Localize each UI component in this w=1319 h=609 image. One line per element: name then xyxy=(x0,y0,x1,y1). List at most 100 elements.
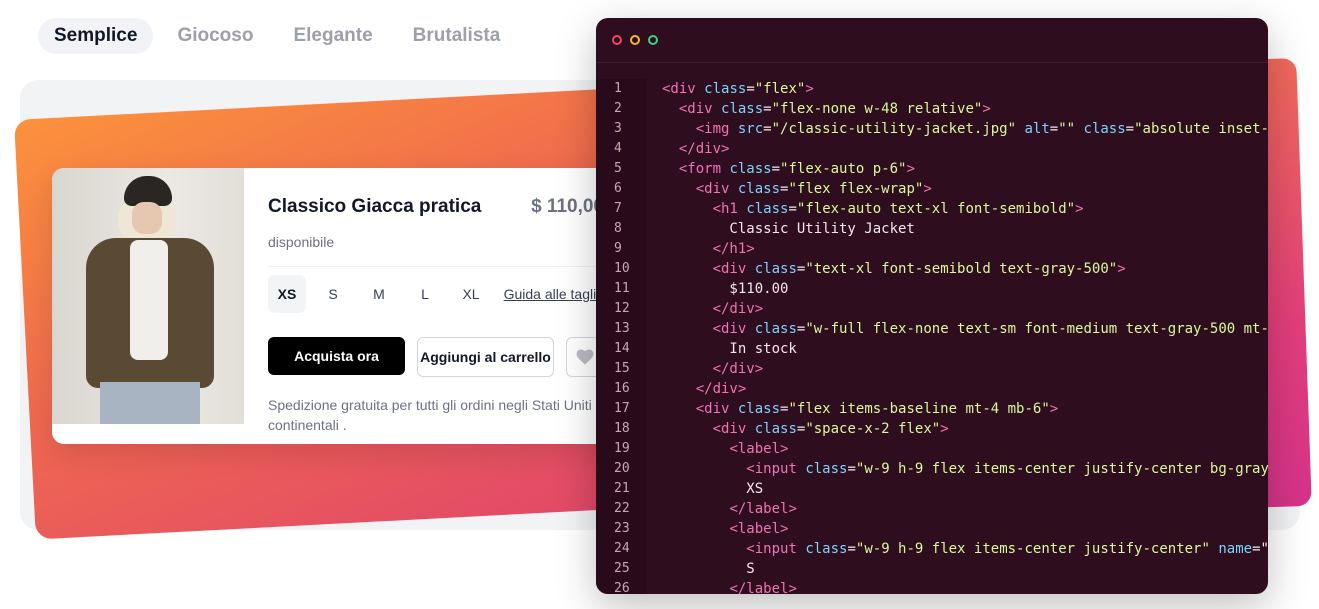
code-line: </div> xyxy=(662,139,1268,159)
code-token: class xyxy=(704,81,747,97)
product-photo xyxy=(52,168,244,424)
tab-semplice[interactable]: Semplice xyxy=(38,18,154,54)
tab-giocoso[interactable]: Giocoso xyxy=(161,18,269,54)
code-line: </div> xyxy=(662,359,1268,379)
maximize-dot-icon[interactable] xyxy=(648,35,658,45)
code-token: <form xyxy=(678,161,722,177)
code-line: <div class="w-full flex-none text-sm fon… xyxy=(662,319,1268,339)
code-token: "flex-none w-48 relative" xyxy=(771,101,983,117)
code-token: In stock xyxy=(662,341,797,357)
code-token: class xyxy=(754,321,797,337)
code-token: </label> xyxy=(729,501,797,517)
code-token: > xyxy=(940,421,949,437)
tab-elegante[interactable]: Elegante xyxy=(277,18,388,54)
divider xyxy=(268,266,604,267)
stock-status: disponibile xyxy=(268,234,335,250)
buy-now-button[interactable]: Acquista ora xyxy=(268,337,405,375)
code-line: </label> xyxy=(662,499,1268,519)
code-token: = xyxy=(847,461,856,477)
window-titlebar xyxy=(596,18,1268,63)
size-option-l[interactable]: L xyxy=(406,275,444,313)
code-editor[interactable]: 1 2 3 4 5 6 7 8 9 10 11 12 13 14 15 16 17 18 19 20 21 22 23 24 2… xyxy=(596,79,1268,594)
code-token: =" xyxy=(1252,541,1268,557)
code-line: <h1 class="flex-auto text-xl font-semibo… xyxy=(662,199,1268,219)
line-number: 2 xyxy=(614,101,622,116)
code-token: class xyxy=(805,461,848,477)
code-token: class xyxy=(754,261,797,277)
code-token: "flex" xyxy=(754,81,806,97)
close-dot-icon[interactable] xyxy=(612,35,622,45)
code-token: = xyxy=(763,121,772,137)
line-number: 4 xyxy=(614,141,622,156)
size-option-xl[interactable]: XL xyxy=(452,275,490,313)
line-number: 10 xyxy=(614,261,630,276)
code-token: "/classic-utility-jacket.jpg" xyxy=(771,121,1017,137)
code-token: <div xyxy=(695,181,730,197)
code-token: = xyxy=(1049,121,1059,137)
heart-icon xyxy=(576,349,594,365)
code-token: <input xyxy=(746,461,797,477)
product-title: Classico Giacca pratica xyxy=(268,196,482,217)
tab-brutalista[interactable]: Brutalista xyxy=(397,18,517,54)
product-price: $ 110,00 xyxy=(531,196,604,217)
code-token: > xyxy=(906,161,915,177)
line-number: 15 xyxy=(614,361,630,376)
code-line: <div class="flex flex-wrap"> xyxy=(662,179,1268,199)
size-option-xs[interactable]: XS xyxy=(268,275,306,313)
code-token: </div> xyxy=(678,141,730,157)
code-token: > xyxy=(1049,401,1059,417)
code-line: Classic Utility Jacket xyxy=(662,219,1268,239)
size-option-s[interactable]: S xyxy=(314,275,352,313)
line-number: 21 xyxy=(614,481,630,496)
code-line: <div class="flex"> xyxy=(662,79,1268,99)
code-token: class xyxy=(1083,121,1126,137)
code-token: <img xyxy=(695,121,730,137)
code-token: class xyxy=(754,421,797,437)
add-to-cart-button[interactable]: Aggiungi al carrello xyxy=(417,337,554,377)
code-token: <h1 xyxy=(712,201,738,217)
code-token: </div> xyxy=(712,301,764,317)
code-token: <div xyxy=(662,81,696,97)
minimize-dot-icon[interactable] xyxy=(630,35,640,45)
code-token: alt xyxy=(1024,121,1050,137)
size-guide-link[interactable]: Guida alle taglie xyxy=(504,286,604,302)
code-line: In stock xyxy=(662,339,1268,359)
code-token: "flex-auto p-6" xyxy=(780,161,907,177)
code-token: class xyxy=(746,201,789,217)
code-token: "text-xl font-semibold text-gray-500" xyxy=(805,261,1118,277)
line-number: 1 xyxy=(614,81,622,96)
product-details: Classico Giacca pratica $ 110,00 disponi… xyxy=(244,168,628,444)
code-line: </div> xyxy=(662,299,1268,319)
code-token: <div xyxy=(712,421,747,437)
code-token: src xyxy=(737,121,764,137)
code-token: "w-9 h-9 flex items-center justify-cente… xyxy=(855,461,1268,477)
size-option-m[interactable]: M xyxy=(360,275,398,313)
line-number: 14 xyxy=(614,341,630,356)
code-token: name xyxy=(1218,541,1253,557)
line-number: 5 xyxy=(614,161,622,176)
code-token: </h1> xyxy=(712,241,755,257)
code-line: <div class="text-xl font-semibold text-g… xyxy=(662,259,1268,279)
code-token: <label> xyxy=(729,441,789,457)
code-line: XS xyxy=(662,479,1268,499)
line-number: 17 xyxy=(614,401,630,416)
line-number-gutter: 1 2 3 4 5 6 7 8 9 10 11 12 13 14 15 16 17 18 19 20 21 22 23 24 2… xyxy=(596,79,646,594)
code-line: S xyxy=(662,559,1268,579)
line-number: 26 xyxy=(614,581,630,594)
line-number: 12 xyxy=(614,301,630,316)
